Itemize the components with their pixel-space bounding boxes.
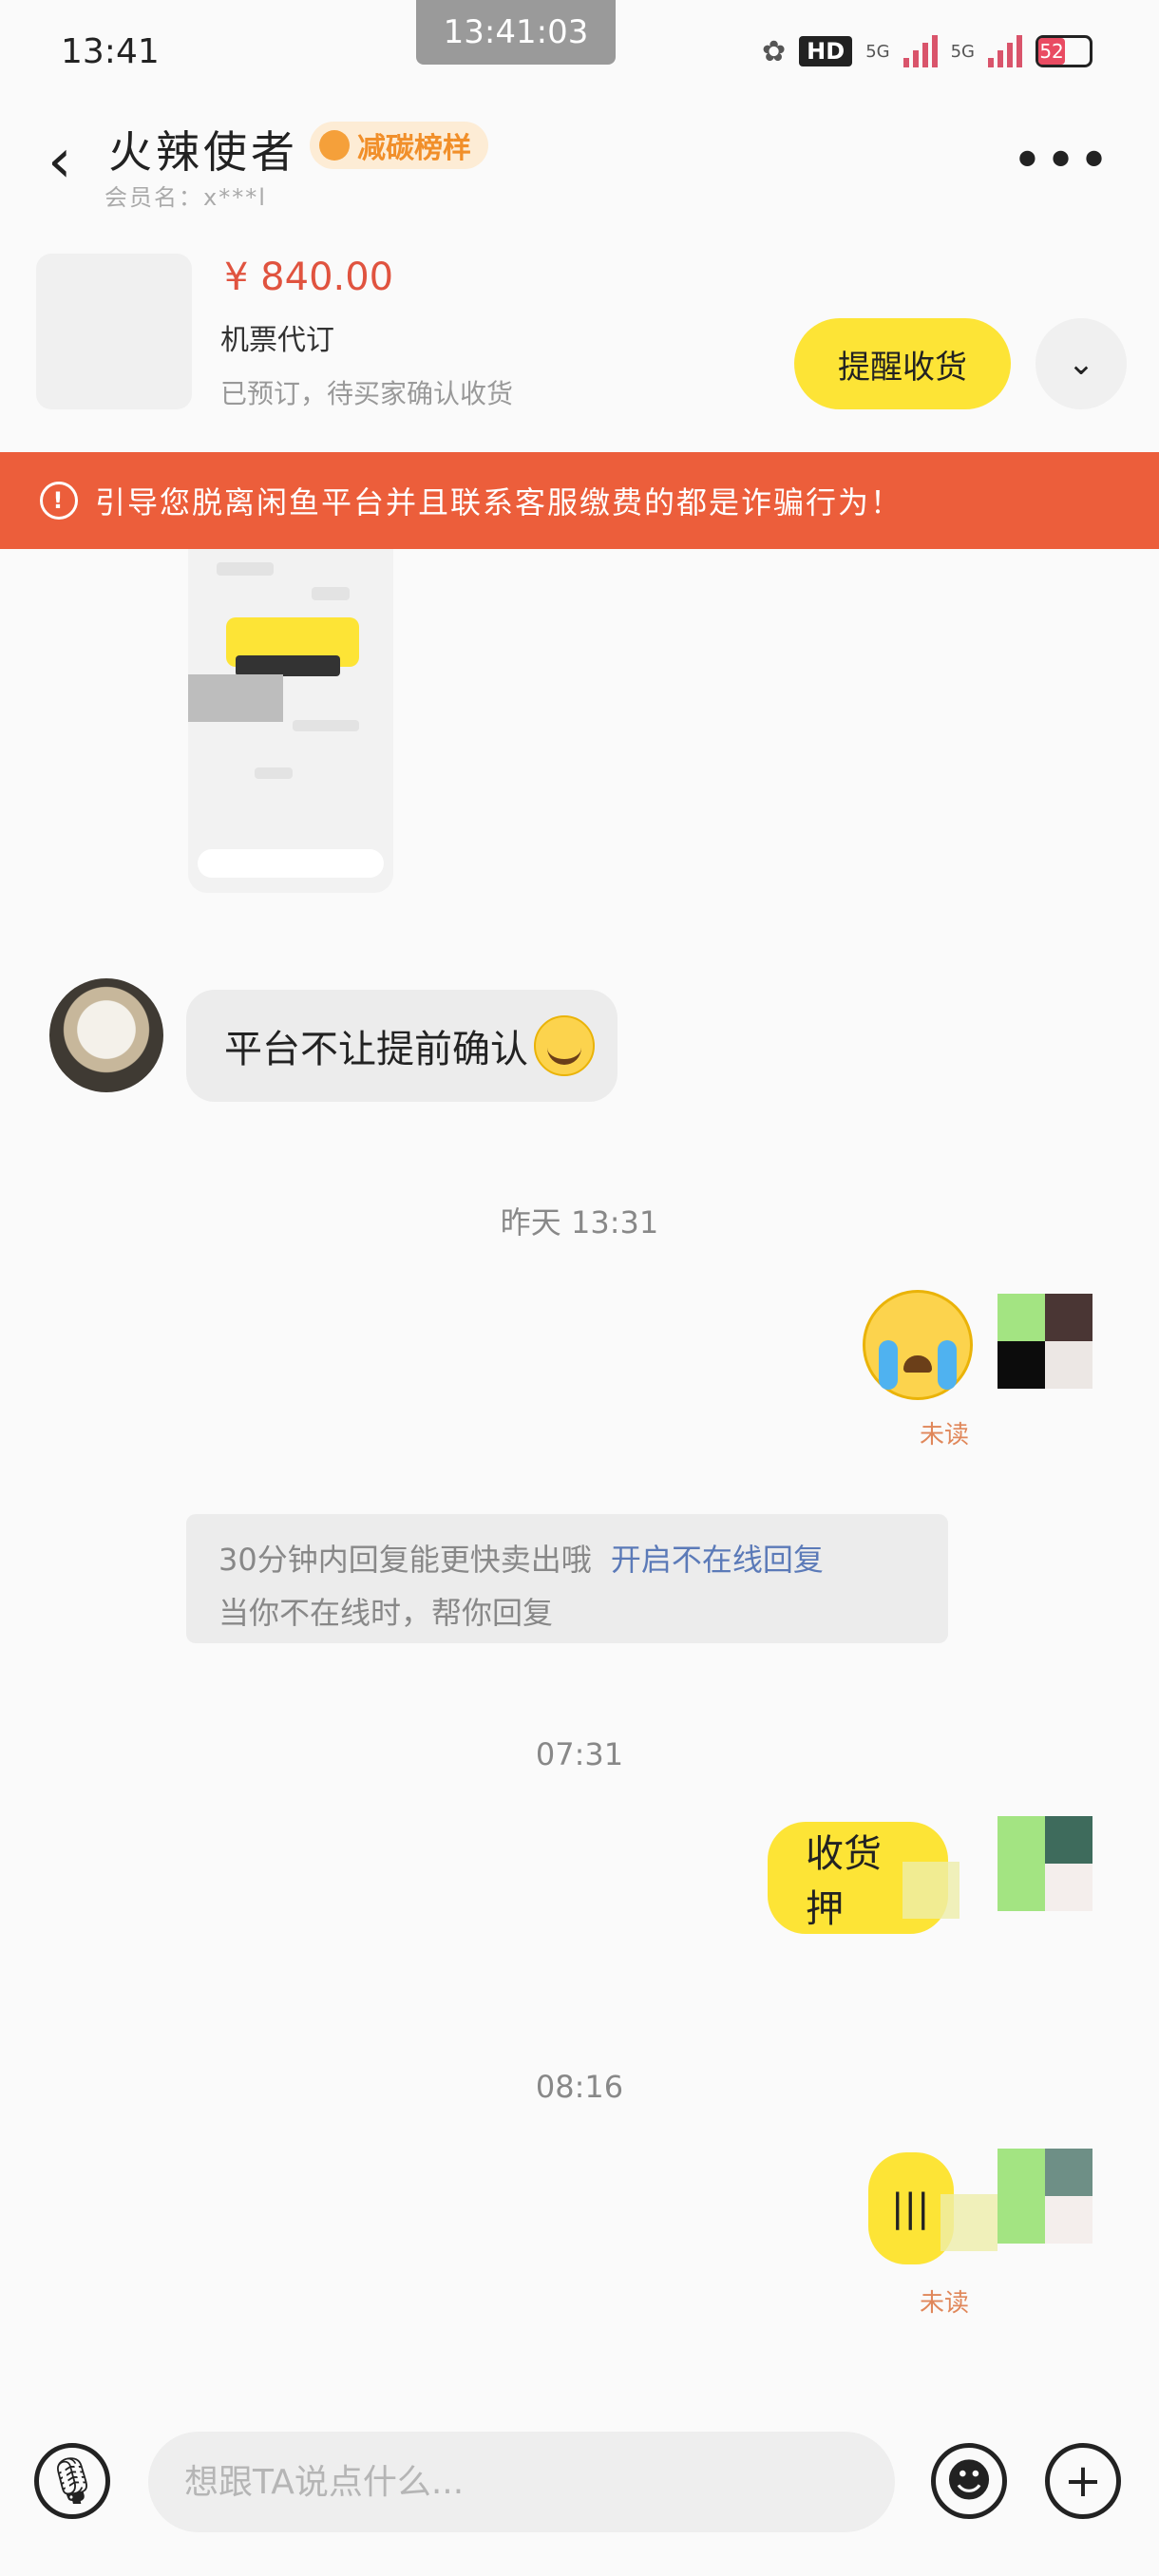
leaf-icon [319,130,350,161]
order-title: 机票代订 [220,324,334,357]
more-options-button[interactable]: ••• [1012,135,1112,188]
warning-text: 引导您脱离闲鱼平台并且联系客服缴费的都是诈骗行为！ [95,484,903,521]
contact-avatar[interactable] [49,978,163,1092]
timestamp: 昨天 13:31 [500,1204,659,1241]
image-content [293,720,359,731]
signal-icon [902,35,938,67]
blur-mosaic [902,1862,960,1919]
incoming-message[interactable]: 平台不让提前确认 [186,990,618,1102]
crying-emoji-icon [534,1015,595,1076]
status-time: 13:41 [61,32,160,71]
image-content [312,587,350,600]
remind-receipt-button[interactable]: 提醒收货 [794,318,1011,409]
badge-label: 减碳榜样 [357,132,471,165]
message-input[interactable] [148,2432,895,2532]
tip-line-2: 当你不在线时，帮你回复 [218,1595,554,1631]
chevron-down-icon[interactable]: ⌄ [1036,318,1127,409]
image-message[interactable] [188,549,393,893]
my-avatar[interactable] [998,1816,1092,1911]
tip-line-1: 30分钟内回复能更快卖出哦 [218,1542,592,1578]
order-price: ¥ 840.00 [224,256,394,299]
timestamp: 07:31 [535,1736,624,1772]
image-content [188,674,283,722]
emoji-icon[interactable]: ☻ [931,2443,1007,2519]
battery-icon: 52 [1036,35,1092,67]
fraud-warning-banner: ! 引导您脱离闲鱼平台并且联系客服缴费的都是诈骗行为！ [0,452,1159,549]
member-name: 会员名：x***l [104,184,267,211]
order-thumbnail[interactable] [36,254,192,409]
system-tip: 30分钟内回复能更快卖出哦 开启不在线回复 当你不在线时，帮你回复 [186,1514,948,1643]
network-label-1: 5G [865,41,890,62]
contact-name[interactable]: 火辣使者 [108,118,298,180]
status-bar: 13:41 13:41:03 ✿ HD 5G 5G 52 [0,0,1159,95]
order-status: 已预订，待买家确认收货 [220,378,514,409]
message-text: ||| [891,2187,930,2230]
order-card[interactable]: ¥ 840.00 机票代订 已预订，待买家确认收货 提醒收货 ⌄ [0,242,1159,432]
my-avatar[interactable] [998,1294,1092,1389]
message-text: 收货押 [806,1832,882,1931]
hd-badge: HD [799,36,853,66]
carbon-badge[interactable]: 减碳榜样 [310,122,488,169]
my-avatar[interactable] [998,2149,1092,2244]
read-status: 未读 [920,1421,970,1449]
status-icons: ✿ HD 5G 5G 52 [762,32,1092,70]
message-text: 平台不让提前确认 [224,1028,528,1071]
notification-icon: ✿ [762,34,787,68]
microphone-icon[interactable]: 🎙 [34,2443,110,2519]
image-content [236,655,340,676]
crying-sticker-icon[interactable] [863,1290,973,1400]
network-label-2: 5G [950,41,975,62]
enable-auto-reply-link[interactable]: 开启不在线回复 [611,1542,824,1578]
plus-icon[interactable]: + [1045,2443,1121,2519]
back-button[interactable]: ‹ [48,131,95,199]
signal-icon-2 [988,35,1022,67]
input-bar: 🎙 ☻ + [0,2432,1159,2546]
alert-icon: ! [40,482,78,520]
timestamp: 08:16 [535,2069,624,2105]
image-content [198,849,384,878]
read-status: 未读 [920,2289,970,2318]
clock-pill: 13:41:03 [416,0,616,65]
image-content [217,562,274,576]
blur-mosaic [940,2194,998,2251]
image-content [255,767,293,779]
chat-header: ‹ 火辣使者 减碳榜样 会员名：x***l ••• [0,104,1159,218]
battery-level: 52 [1038,38,1066,65]
